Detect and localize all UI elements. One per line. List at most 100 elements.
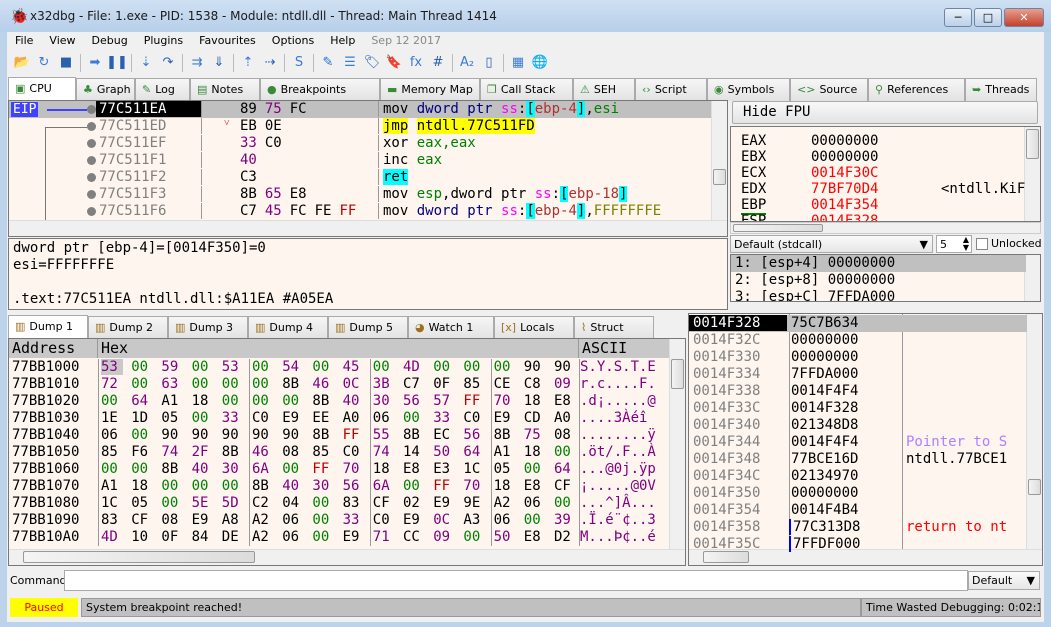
hex-byte[interactable]: 71 [373,529,395,545]
hex-byte[interactable]: 56 [403,393,425,409]
execute-till-return-button[interactable]: ⇡ [237,53,259,73]
hex-byte[interactable]: A2 [252,529,274,545]
pause-button[interactable]: ❚❚ [106,53,128,73]
hex-byte[interactable]: CE [494,376,516,392]
hex-byte[interactable]: 09 [433,529,455,545]
hex-byte[interactable]: E9 [343,529,365,545]
trace-into-button[interactable]: ⇉ [186,53,208,73]
registers-view[interactable]: EAX 00000000 EBX 00000000 ECX 0014F30C EDX 77BF… [730,126,1041,222]
hex-byte[interactable]: A1 [101,478,123,494]
tab-watch-1[interactable]: ◕ Watch 1 [408,316,494,339]
comments-button[interactable]: ☰ [339,53,361,73]
menu-help[interactable]: Help [322,32,363,47]
hex-byte[interactable]: C7 [403,376,425,392]
hex-byte[interactable]: 50 [494,529,516,545]
hex-byte[interactable]: 00 [252,359,274,375]
argument-count-spinbox[interactable]: 5 ▲ ▼ [936,235,972,253]
hex-byte[interactable]: CF [131,512,153,528]
hex-byte[interactable]: E9 [192,512,214,528]
hex-byte[interactable]: 56 [343,478,365,494]
restart-button[interactable]: ↻ [33,53,55,73]
hex-byte[interactable]: 05 [161,410,183,426]
hex-byte[interactable]: 00 [312,359,334,375]
hex-byte[interactable]: 00 [403,410,425,426]
register-esp[interactable]: ESP 0014F328 [741,213,878,221]
hex-byte[interactable]: D2 [554,529,576,545]
hex-byte[interactable]: 40 [282,478,304,494]
hex-byte[interactable]: 08 [282,444,304,460]
hex-byte[interactable]: 18 [494,478,516,494]
register-value[interactable]: 77BF70D4 [811,181,878,197]
hex-byte[interactable]: 74 [373,444,395,460]
calling-convention-select[interactable]: Default (stdcall) ▼ [730,235,933,253]
stack-view[interactable]: 0014F328 75C7B634 0014F32C 00000000 0014F330… [688,313,1043,566]
hex-byte[interactable]: 00 [252,393,274,409]
hex-byte[interactable]: 06 [524,495,546,511]
hex-byte[interactable]: FF [433,478,455,494]
hex-byte[interactable]: 8B [161,461,183,477]
breakpoint-dot[interactable] [87,105,96,114]
stack-row[interactable]: 0014F328 75C7B634 [689,315,1027,332]
hex-byte[interactable]: 46 [252,444,274,460]
hex-byte[interactable]: 8B [403,427,425,443]
stack-row[interactable]: 0014F344 0014F4F4 Pointer to S [689,434,1027,451]
hex-byte[interactable]: 90 [524,359,546,375]
hex-byte[interactable]: 90 [252,427,274,443]
hex-byte[interactable]: 00 [161,495,183,511]
stack-row[interactable]: 0014F348 77BCE16D ntdll.77BCE1 [689,451,1027,468]
hex-byte[interactable]: EC [433,427,455,443]
hex-byte[interactable]: 00 [101,393,123,409]
hex-byte[interactable]: 00 [101,461,123,477]
hex-byte[interactable]: C8 [524,376,546,392]
hex-byte[interactable]: 63 [161,376,183,392]
trace-over-button[interactable]: ⇓ [208,53,230,73]
run-to-user-code-button[interactable]: ⇢ [259,53,281,73]
register-eax[interactable]: EAX 00000000 [741,133,878,150]
tab-struct[interactable]: ⌇ Struct [574,316,654,339]
stack-row[interactable]: 0014F35C 7FFDF000 [689,536,1027,553]
hex-byte[interactable]: 55 [373,427,395,443]
disassembly-view[interactable]: EIP 77C511EA 89 75 FC mov dword ptr ss:[ebp-… [8,100,728,237]
hex-byte[interactable]: 00 [192,478,214,494]
hex-byte[interactable]: 2F [192,444,214,460]
address-header[interactable]: Address [9,339,98,358]
dump-row[interactable]: 77BB1010 72 00 63 00 00 00 8B 46 0C 3B C7 0F 85 CE C8 09… [9,376,669,393]
globe-button[interactable]: 🌐 [529,53,551,73]
hex-byte[interactable]: 00 [252,376,274,392]
hex-byte[interactable]: 64 [463,444,485,460]
hex-byte[interactable]: 33 [343,512,365,528]
breakpoint-dot[interactable] [87,173,96,182]
hex-byte[interactable]: 90 [222,427,244,443]
tab-cpu[interactable]: ▣ CPU [8,77,76,101]
hex-byte[interactable]: A2 [252,512,274,528]
tab-symbols[interactable]: ◉ Symbols [707,78,790,101]
hex-byte[interactable]: 90 [192,427,214,443]
argument-row[interactable]: 1: [esp+4] 00000000 [731,255,1026,272]
stack-row[interactable]: 0014F338 0014F4F4 [689,383,1027,400]
hex-byte[interactable]: C2 [252,495,274,511]
hex-byte[interactable]: 85 [463,376,485,392]
hex-byte[interactable]: 04 [282,495,304,511]
stack-row[interactable]: 0014F34C 02134970 [689,468,1027,485]
hex-byte[interactable]: C0 [343,444,365,460]
dump-row[interactable]: 77BB10A0 4D 10 0F 84 DE A2 06 00 E9 71 CC 09 00 50 E8 D2… [9,529,669,546]
breakpoint-dot[interactable] [87,190,96,199]
hex-byte[interactable]: 6A [252,461,274,477]
hex-byte[interactable]: EE [312,410,334,426]
hex-byte[interactable]: 00 [192,376,214,392]
hex-byte[interactable]: A8 [222,512,244,528]
register-value[interactable]: 00000000 [811,133,878,149]
hex-byte[interactable]: 06 [282,529,304,545]
hex-byte[interactable]: 83 [101,512,123,528]
hex-byte[interactable]: 00 [282,461,304,477]
strings-button[interactable]: A₂ [456,53,478,73]
hex-byte[interactable]: 9E [463,495,485,511]
tab-memory-map[interactable]: ▬ Memory Map [380,78,480,101]
argument-row[interactable]: 2: [esp+8] 00000000 [731,272,1026,289]
hex-byte[interactable]: 1C [463,461,485,477]
tab-call-stack[interactable]: ❐ Call Stack [480,78,573,101]
hex-byte[interactable]: 6A [373,478,395,494]
hex-byte[interactable]: 70 [494,393,516,409]
breakpoint-dot[interactable] [87,139,96,148]
dump-row[interactable]: 77BB1090 83 CF 08 E9 A8 A2 06 00 33 C0 E9 0C A3 06 00 39… [9,512,669,529]
